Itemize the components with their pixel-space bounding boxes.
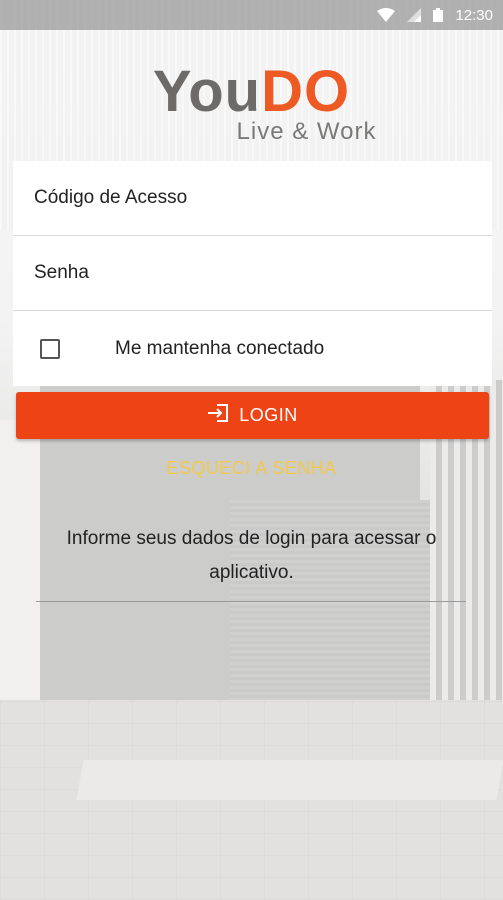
status-time: 12:30 xyxy=(455,6,493,24)
logo-word-do: DO xyxy=(261,59,351,124)
divider xyxy=(36,601,466,602)
login-icon xyxy=(207,403,229,428)
access-code-input[interactable] xyxy=(13,161,492,235)
login-button[interactable]: LOGIN xyxy=(16,392,489,439)
app-logo: YouDO Live & Work xyxy=(0,60,503,146)
password-input[interactable] xyxy=(13,236,492,310)
access-code-row xyxy=(13,161,492,236)
status-bar: 12:30 xyxy=(0,0,503,30)
forgot-password-link[interactable]: ESQUECI A SENHA xyxy=(0,458,503,479)
signal-icon xyxy=(407,8,422,22)
login-info-message: Informe seus dados de login para acessar… xyxy=(66,528,437,583)
logo-word-you: You xyxy=(152,59,262,124)
login-form: Me mantenha conectado xyxy=(13,161,492,386)
wifi-icon xyxy=(377,8,396,22)
logo-wordmark: YouDO xyxy=(0,60,503,124)
password-row xyxy=(13,236,492,311)
remember-me-checkbox[interactable] xyxy=(40,338,60,359)
remember-me-label: Me mantenha conectado xyxy=(115,337,325,359)
logo-tagline: Live & Work xyxy=(236,118,377,145)
login-button-label: LOGIN xyxy=(239,405,298,425)
battery-icon xyxy=(433,8,444,22)
remember-me-row[interactable]: Me mantenha conectado xyxy=(13,311,492,386)
